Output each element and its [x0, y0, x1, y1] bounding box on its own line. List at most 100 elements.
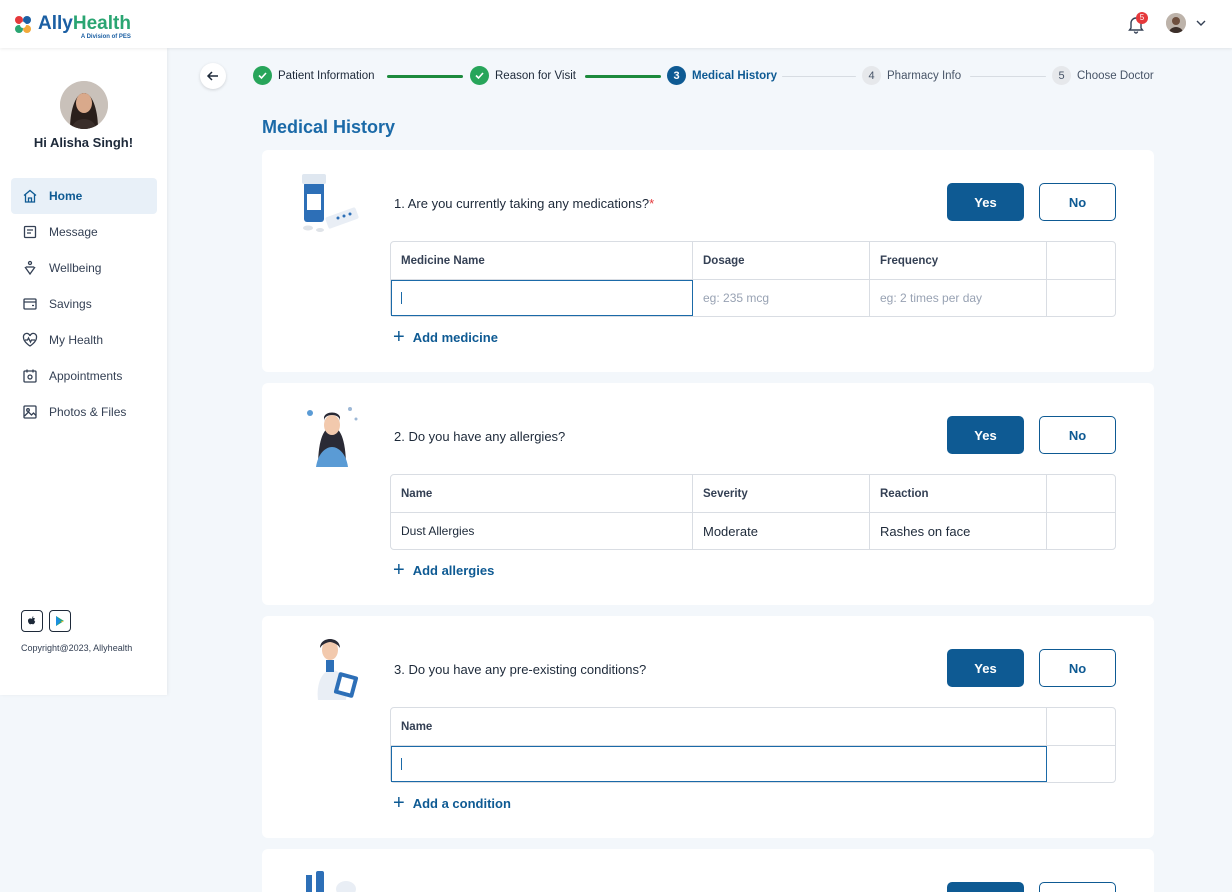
add-condition-button[interactable]: + Add a condition — [393, 793, 511, 813]
add-medicine-label: Add medicine — [412, 329, 498, 345]
conditions-table: Name — [390, 707, 1116, 783]
table-row: Dust Allergies Moderate Rashes on face — [391, 512, 1115, 549]
sidebar-item-label: Photos & Files — [49, 405, 127, 419]
logo-text-ally: Ally — [38, 13, 73, 34]
plus-icon: + — [393, 326, 405, 348]
step-number: 3 — [667, 66, 686, 85]
sidebar-item-home[interactable]: Home — [11, 178, 157, 214]
conditions-yes-button[interactable]: Yes — [947, 649, 1024, 687]
dosage-input[interactable]: eg: 235 mcg — [693, 280, 870, 316]
add-condition-label: Add a condition — [412, 795, 511, 811]
wallet-icon — [23, 298, 37, 310]
frequency-input[interactable]: eg: 2 times per day — [870, 280, 1047, 316]
sidebar-item-appointments[interactable]: Appointments — [11, 358, 157, 394]
conditions-no-button[interactable]: No — [1039, 649, 1116, 687]
page-title: Medical History — [262, 117, 396, 137]
sidebar-item-wellbeing[interactable]: Wellbeing — [11, 250, 157, 286]
step-label: Reason for Visit — [495, 69, 576, 82]
column-header-name: Name — [391, 708, 1047, 745]
next-yes-button[interactable]: Yes — [947, 882, 1024, 892]
add-allergies-button[interactable]: + Add allergies — [393, 560, 494, 580]
next-no-button[interactable]: No — [1039, 882, 1116, 892]
medications-no-button[interactable]: No — [1039, 183, 1116, 221]
logo-subtitle: A Division of PES — [80, 34, 131, 40]
sidebar-item-label: Appointments — [49, 369, 123, 383]
sidebar-item-photos-files[interactable]: Photos & Files — [11, 394, 157, 430]
text-caret — [401, 292, 402, 304]
allergy-severity-input[interactable]: Moderate — [693, 513, 870, 549]
column-header-reaction: Reaction — [870, 475, 1047, 512]
allergy-reaction-input[interactable]: Rashes on face — [870, 513, 1047, 549]
sidebar-item-label: Message — [49, 225, 98, 239]
apple-icon — [28, 616, 36, 625]
condition-name-input[interactable] — [391, 746, 1047, 782]
column-header-dosage: Dosage — [693, 242, 870, 279]
table-header-row: Name Severity Reaction — [391, 475, 1115, 512]
row-actions-cell — [1047, 513, 1115, 549]
column-header-name: Name — [391, 475, 693, 512]
logo-text-health: Health — [72, 13, 131, 34]
column-header-medicine-name: Medicine Name — [391, 242, 693, 279]
row-actions-cell — [1047, 746, 1115, 782]
step-choose-doctor[interactable]: 5 Choose Doctor — [1052, 66, 1154, 85]
allergies-yes-button[interactable]: Yes — [947, 416, 1024, 454]
message-icon — [23, 225, 37, 239]
step-reason-for-visit[interactable]: Reason for Visit — [470, 66, 576, 85]
check-icon — [470, 66, 489, 85]
add-medicine-button[interactable]: + Add medicine — [393, 327, 498, 347]
step-connector — [387, 75, 463, 78]
allergies-question: 2. Do you have any allergies? — [394, 429, 566, 444]
vaccine-illustration-icon — [306, 871, 356, 892]
sidebar-item-label: Wellbeing — [49, 261, 102, 275]
allyhealth-logo[interactable]: AllyHealth A Division of PES — [12, 14, 131, 40]
table-row: eg: 235 mcg eg: 2 times per day — [391, 279, 1115, 316]
app-store-links — [21, 610, 77, 632]
step-label: Choose Doctor — [1077, 69, 1154, 82]
allergies-no-button[interactable]: No — [1039, 416, 1116, 454]
step-patient-information[interactable]: Patient Information — [253, 66, 375, 85]
plus-icon: + — [393, 792, 405, 814]
medications-question: 1. Are you currently taking any medicati… — [394, 196, 654, 211]
greeting-text: Hi Alisha Singh! — [33, 135, 134, 150]
profile-avatar[interactable] — [60, 81, 108, 129]
calendar-icon — [23, 369, 37, 383]
column-header-actions — [1047, 242, 1115, 279]
step-connector — [782, 76, 856, 77]
conditions-question: 3. Do you have any pre-existing conditio… — [394, 662, 647, 677]
sidebar: Hi Alisha Singh! Home Message Wellbeing … — [0, 48, 167, 695]
allergies-table: Name Severity Reaction Dust Allergies Mo… — [390, 474, 1116, 550]
step-medical-history[interactable]: 3 Medical History — [667, 66, 777, 85]
next-question-card: Yes No — [262, 849, 1154, 892]
profile-photo-icon — [60, 81, 108, 129]
heart-pulse-icon — [22, 332, 38, 347]
medication-bottle-illustration-icon — [302, 174, 359, 232]
google-play-button[interactable] — [49, 610, 71, 632]
conditions-card: 3. Do you have any pre-existing conditio… — [262, 616, 1154, 838]
step-pharmacy-info[interactable]: 4 Pharmacy Info — [862, 66, 961, 85]
back-button[interactable] — [200, 63, 226, 89]
column-header-actions — [1047, 708, 1115, 745]
medications-yes-button[interactable]: Yes — [947, 183, 1024, 221]
step-connector — [585, 75, 661, 78]
avatar-person-icon — [1166, 13, 1186, 33]
apple-store-button[interactable] — [21, 610, 43, 632]
copyright-text: Copyright@2023, Allyhealth — [21, 643, 133, 653]
top-bar: AllyHealth A Division of PES 5 — [0, 0, 1232, 48]
check-icon — [253, 66, 272, 85]
question-text: 1. Are you currently taking any medicati… — [394, 196, 650, 211]
sidebar-item-message[interactable]: Message — [11, 214, 157, 250]
table-header-row: Name — [391, 708, 1115, 745]
step-label: Patient Information — [278, 69, 375, 82]
user-avatar[interactable] — [1166, 13, 1186, 33]
step-label: Pharmacy Info — [887, 69, 962, 82]
text-caret — [401, 758, 402, 770]
table-header-row: Medicine Name Dosage Frequency — [391, 242, 1115, 279]
sidebar-item-savings[interactable]: Savings — [11, 286, 157, 322]
chevron-down-icon[interactable] — [1194, 16, 1208, 30]
medicine-name-input[interactable] — [391, 280, 693, 316]
sidebar-item-my-health[interactable]: My Health — [11, 322, 157, 358]
row-actions-cell — [1047, 280, 1115, 316]
allergy-name-input[interactable]: Dust Allergies — [391, 513, 693, 549]
sidebar-nav: Home Message Wellbeing Savings My Health… — [11, 178, 157, 430]
medications-card: 1. Are you currently taking any medicati… — [262, 150, 1154, 372]
